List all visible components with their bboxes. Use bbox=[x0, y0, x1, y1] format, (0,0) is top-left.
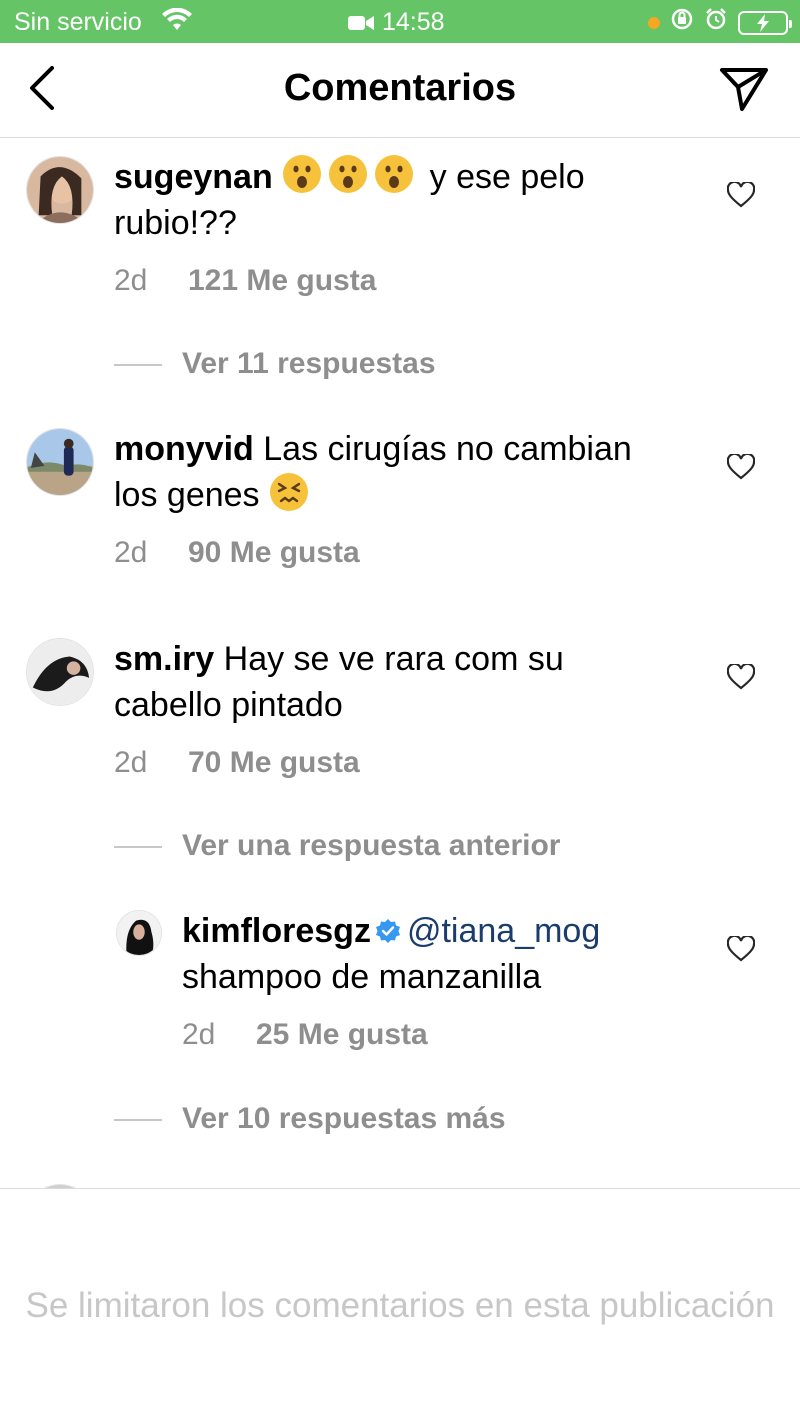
comment-username[interactable]: monyvid bbox=[114, 430, 254, 468]
astonished-face-emoji bbox=[282, 155, 328, 196]
replies-divider-line bbox=[114, 1119, 162, 1122]
view-more-replies-button[interactable]: Ver 10 respuestas más bbox=[114, 1102, 506, 1136]
like-heart-icon[interactable] bbox=[726, 662, 756, 690]
avatar[interactable] bbox=[26, 638, 94, 706]
status-bar: Sin servicio 14:58 bbox=[0, 0, 800, 43]
battery-icon bbox=[738, 10, 792, 35]
like-heart-icon[interactable] bbox=[726, 934, 756, 962]
comments-list[interactable]: sugeynan y ese pelo rubio!?? 2d 121 Me gu… bbox=[0, 138, 800, 1188]
verified-badge-icon bbox=[371, 912, 407, 950]
status-icons bbox=[648, 7, 792, 38]
clock-area: 14:58 bbox=[348, 8, 445, 38]
page-title: Comentarios bbox=[283, 67, 517, 109]
reply-meta: 2d 25 Me gusta bbox=[182, 1018, 428, 1052]
reply-body: shampoo de manzanilla bbox=[182, 958, 542, 996]
comment-username[interactable]: sm.iry bbox=[114, 640, 214, 678]
avatar[interactable] bbox=[116, 910, 162, 956]
comment-time: 2d bbox=[114, 264, 148, 297]
like-heart-icon[interactable] bbox=[726, 452, 756, 480]
recording-dot-icon bbox=[648, 16, 660, 29]
replies-divider-line bbox=[114, 846, 162, 849]
alarm-icon bbox=[704, 7, 728, 38]
like-heart-icon[interactable] bbox=[726, 180, 756, 208]
wifi-icon bbox=[162, 7, 192, 39]
comments-limited-notice: Se limitaron los comentarios en esta pub… bbox=[25, 1286, 775, 1325]
rotation-lock-icon bbox=[670, 7, 694, 38]
comment-meta: 2d 90 Me gusta bbox=[114, 536, 360, 570]
comment-username[interactable]: sugeynan bbox=[114, 158, 273, 196]
comment-time: 2d bbox=[114, 536, 148, 569]
astonished-face-emoji bbox=[328, 155, 374, 196]
comment-likes[interactable]: 90 Me gusta bbox=[188, 536, 360, 569]
view-replies-button[interactable]: Ver 11 respuestas bbox=[114, 347, 436, 381]
comment-meta: 2d 121 Me gusta bbox=[114, 264, 376, 298]
comment-text: monyvid Las cirugías no cambian los gene… bbox=[114, 426, 674, 518]
avatar[interactable] bbox=[26, 428, 94, 496]
comment-meta: 2d 70 Me gusta bbox=[114, 746, 360, 780]
view-more-replies-label: Ver 10 respuestas más bbox=[182, 1102, 506, 1135]
reply-username[interactable]: kimfloresgz bbox=[182, 912, 371, 950]
clock: 14:58 bbox=[382, 8, 445, 36]
view-previous-reply-label: Ver una respuesta anterior bbox=[182, 829, 561, 862]
view-previous-reply-button[interactable]: Ver una respuesta anterior bbox=[114, 829, 561, 863]
header: Comentarios bbox=[0, 43, 800, 138]
astonished-face-emoji bbox=[374, 155, 420, 196]
replies-divider-line bbox=[114, 364, 162, 367]
comment-likes[interactable]: 70 Me gusta bbox=[188, 746, 360, 779]
carrier-label: Sin servicio bbox=[14, 8, 142, 36]
comment-likes[interactable]: 121 Me gusta bbox=[188, 264, 376, 297]
reply-text: kimfloresgz @tiana_mog shampoo de manzani… bbox=[182, 908, 702, 1000]
share-direct-icon[interactable] bbox=[718, 65, 770, 113]
reply-time: 2d bbox=[182, 1018, 216, 1051]
comment-time: 2d bbox=[114, 746, 148, 779]
reply-likes[interactable]: 25 Me gusta bbox=[256, 1018, 428, 1051]
comment-text: sugeynan y ese pelo rubio!?? bbox=[114, 154, 674, 246]
reply-mention-link[interactable]: @tiana_mog bbox=[407, 912, 600, 950]
divider bbox=[0, 1188, 800, 1189]
view-replies-label: Ver 11 respuestas bbox=[182, 347, 436, 380]
persevering-face-emoji bbox=[269, 473, 315, 514]
avatar[interactable] bbox=[26, 156, 94, 224]
camera-icon bbox=[348, 9, 374, 38]
comment-text: sm.iry Hay se ve rara com su cabello pin… bbox=[114, 636, 674, 728]
